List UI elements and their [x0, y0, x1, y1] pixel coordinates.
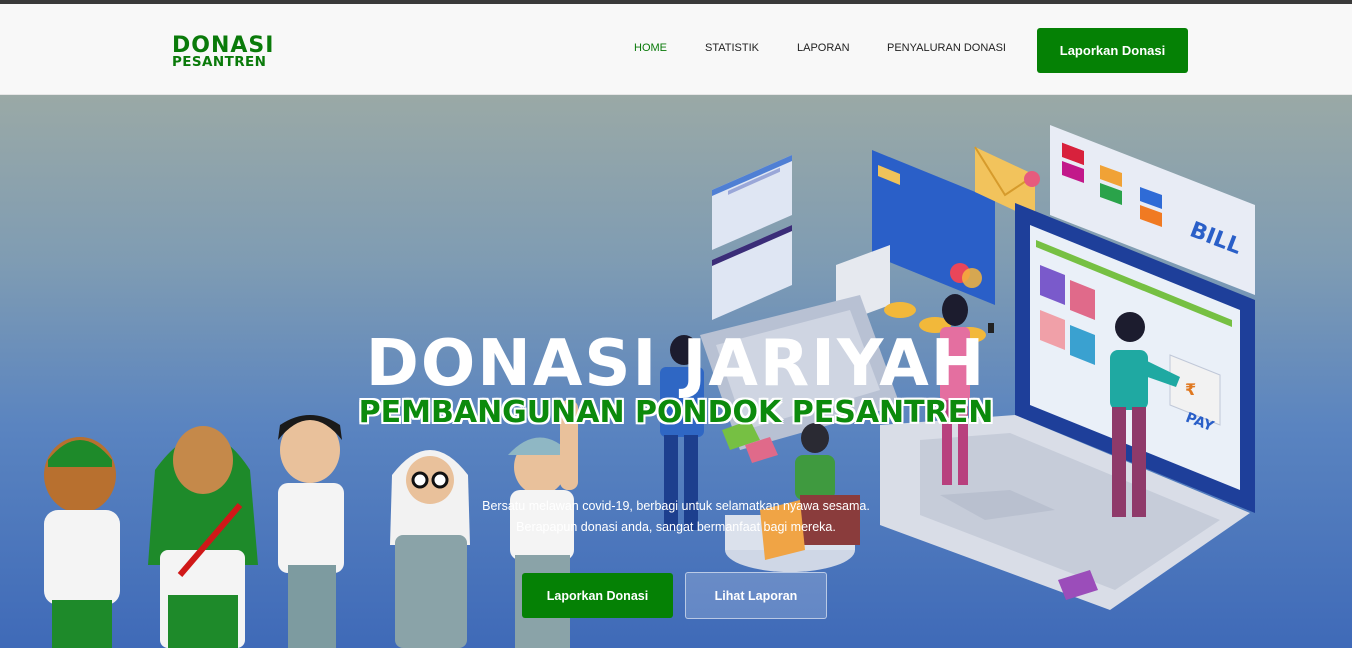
- nav-item-laporan[interactable]: LAPORAN: [797, 42, 850, 54]
- hero-description-line1: Bersatu melawan covid-19, berbagi untuk …: [482, 499, 870, 513]
- nav-item-statistik[interactable]: STATISTIK: [705, 42, 759, 54]
- document-cards-icon: [712, 155, 792, 320]
- lihat-laporan-button[interactable]: Lihat Laporan: [685, 572, 827, 619]
- laporkan-donasi-nav-button[interactable]: Laporkan Donasi: [1037, 28, 1188, 73]
- seated-person-figure: [760, 423, 860, 560]
- nav-item-home[interactable]: HOME: [634, 42, 667, 54]
- navbar: DONASI PESANTREN HOME STATISTIK LAPORAN …: [0, 4, 1352, 95]
- hero-section: BILL ₹ PAY DONASI JARIYAH PEMBANGUNAN PO…: [0, 95, 1352, 648]
- hero-title: DONASI JARIYAH: [365, 327, 987, 401]
- nav-item-penyaluran-donasi[interactable]: PENYALURAN DONASI: [887, 42, 1006, 54]
- hero-description: Bersatu melawan covid-19, berbagi untuk …: [0, 496, 1352, 538]
- hero-description-line2: Berapapun donasi anda, sangat bermanfaat…: [516, 520, 836, 534]
- laporkan-donasi-button[interactable]: Laporkan Donasi: [522, 573, 673, 618]
- hero-subtitle: PEMBANGUNAN PONDOK PESANTREN: [358, 395, 994, 430]
